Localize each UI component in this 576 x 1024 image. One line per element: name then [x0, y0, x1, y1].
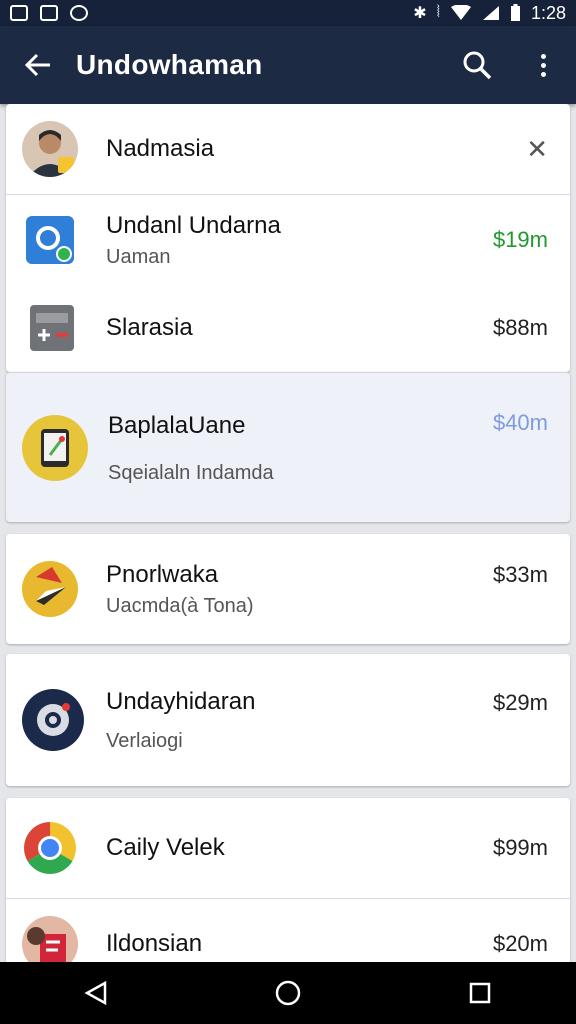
- phone-app-icon: [22, 415, 88, 481]
- list-item-amount: $99m: [492, 835, 548, 860]
- list-item-title: Undayhidaran: [106, 687, 256, 715]
- list-item-amount: $33m: [492, 562, 548, 587]
- navigation-app-icon: [22, 561, 78, 617]
- list-item-amount: $20m: [492, 930, 548, 956]
- gallery-icon: [40, 5, 58, 21]
- settings-app-icon: [22, 689, 84, 751]
- close-icon[interactable]: ✕: [526, 134, 548, 165]
- list-item[interactable]: BaplalaUane Sqeialaln Indamda $40m: [6, 373, 570, 523]
- app-notification-icon: [70, 5, 88, 21]
- chrome-icon: [22, 820, 78, 876]
- vibrate-icon: ⦚: [436, 4, 440, 21]
- back-button[interactable]: [0, 26, 76, 104]
- list-item-amount: $40m: [492, 410, 548, 435]
- list-card: Nadmasia ✕ Undanl Undarna Uaman $19m Sla…: [6, 104, 570, 372]
- circle-home-icon: [275, 980, 301, 1006]
- app-bar: Undowhaman: [0, 26, 576, 104]
- list-container: Nadmasia ✕ Undanl Undarna Uaman $19m Sla…: [6, 104, 570, 988]
- list-card: Caily Velek $99m Ildonsian $20m: [6, 798, 570, 988]
- list-item[interactable]: Pnorlwaka Uacmda(à Tona) $33m: [6, 534, 570, 644]
- maps-app-icon: [26, 216, 74, 264]
- home-nav-button[interactable]: [248, 962, 328, 1024]
- list-item[interactable]: Undayhidaran Verlaiogi $29m: [6, 654, 570, 786]
- page-title: Undowhaman: [76, 49, 263, 80]
- signal-icon: [482, 6, 499, 20]
- triangle-back-icon: [84, 980, 107, 1006]
- wifi-icon: [450, 5, 471, 20]
- list-item-title: BaplalaUane: [108, 411, 246, 439]
- list-card: Undayhidaran Verlaiogi $29m: [6, 654, 570, 786]
- list-card: Pnorlwaka Uacmda(à Tona) $33m: [6, 534, 570, 644]
- list-item-title: Ildonsian: [106, 929, 203, 957]
- list-item-title: Caily Velek: [106, 834, 225, 861]
- avatar: [22, 121, 78, 177]
- arrow-left-icon: [24, 53, 50, 77]
- list-item-amount: $88m: [492, 315, 548, 340]
- list-item-amount: $29m: [492, 690, 548, 715]
- back-nav-button[interactable]: [56, 962, 136, 1024]
- list-item-title: Nadmasia: [106, 135, 215, 162]
- list-item-title: Undanl Undarna: [106, 211, 281, 239]
- list-item-subtitle: Uacmda(à Tona): [106, 594, 254, 617]
- search-button[interactable]: [444, 26, 510, 104]
- list-item-subtitle: Uaman: [106, 245, 171, 268]
- battery-icon: [510, 4, 520, 21]
- square-recents-icon: [469, 982, 491, 1004]
- calculator-app-icon: [30, 305, 74, 351]
- clock: 1:28: [530, 2, 566, 23]
- more-vert-icon: [540, 53, 546, 77]
- list-item[interactable]: Nadmasia ✕: [6, 104, 570, 194]
- list-item-amount: $19m: [492, 227, 548, 252]
- list-item[interactable]: Undanl Undarna Uaman $19m: [6, 195, 570, 285]
- list-item[interactable]: Slarasia $88m: [6, 285, 570, 371]
- status-bar: ✱ ⦚ 1:28: [0, 0, 576, 26]
- search-icon: [463, 51, 492, 80]
- list-item-subtitle: Sqeialaln Indamda: [108, 461, 274, 484]
- list-item-title: Pnorlwaka: [106, 560, 219, 588]
- overflow-menu-button[interactable]: [510, 26, 576, 104]
- recents-nav-button[interactable]: [440, 962, 520, 1024]
- bluetooth-icon: ✱: [413, 5, 427, 22]
- navigation-bar: [0, 962, 576, 1024]
- notification-icon: [10, 5, 28, 21]
- list-item[interactable]: Caily Velek $99m: [6, 798, 570, 898]
- list-item-title: Slarasia: [106, 314, 193, 341]
- list-card-selected: BaplalaUane Sqeialaln Indamda $40m: [6, 372, 570, 522]
- list-item-subtitle: Verlaiogi: [106, 729, 183, 752]
